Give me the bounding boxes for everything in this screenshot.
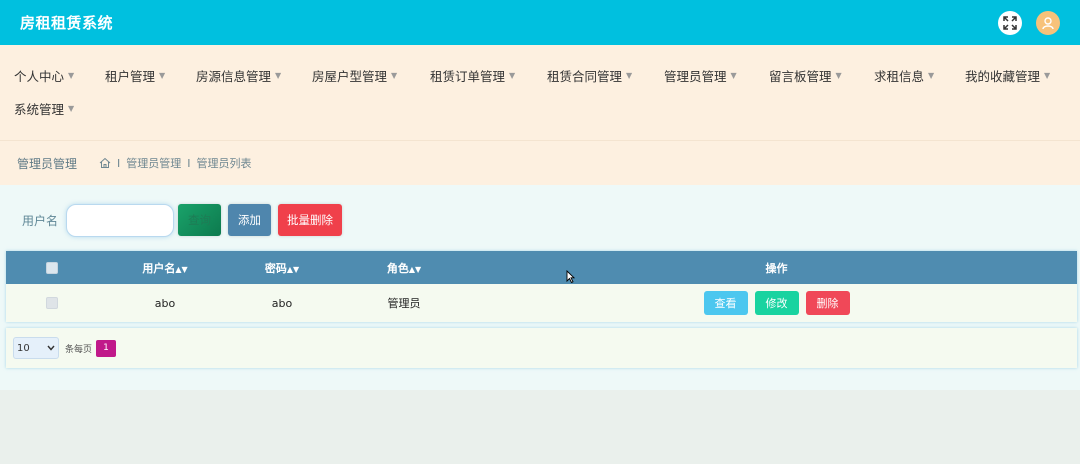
nav-item-label: 管理员管理 <box>664 69 727 84</box>
table-header: 用户名▲▼ 密码▲▼ 角色▲▼ 操作 <box>6 251 1077 284</box>
home-icon[interactable] <box>99 157 111 169</box>
caret-down-icon: ▼ <box>730 71 737 80</box>
batch-delete-button[interactable]: 批量删除 <box>278 204 343 236</box>
nav-row-1: 个人中心 ▼ 租户管理 ▼ 房源信息管理 ▼ 房屋户型管理 ▼ 租赁订单管理 ▼ 租赁合同… <box>14 59 1080 92</box>
page-size-value: 10 <box>17 342 30 354</box>
column-label: 角色 <box>386 261 409 275</box>
header-actions <box>998 10 1060 35</box>
row-checkbox[interactable] <box>46 297 58 309</box>
ops-cell: 查看 修改 删除 <box>476 291 1077 315</box>
nav-item-contracts[interactable]: 租赁合同管理 ▼ <box>547 66 664 85</box>
sort-icon: ▲▼ <box>286 264 300 274</box>
nav-row-2: 系统管理 ▼ <box>14 92 1080 125</box>
breadcrumb-separator: I <box>187 156 191 170</box>
view-button[interactable]: 查看 <box>703 291 748 315</box>
nav-item-label: 租赁合同管理 <box>547 69 623 84</box>
column-label: 用户名 <box>142 261 176 275</box>
password-column-header[interactable]: 密码▲▼ <box>232 260 332 276</box>
row-select-cell <box>6 297 98 309</box>
nav-item-house-types[interactable]: 房屋户型管理 ▼ <box>312 66 430 85</box>
caret-down-icon: ▼ <box>626 71 633 80</box>
role-cell: 管理员 <box>387 297 421 310</box>
fullscreen-icon <box>1003 15 1017 30</box>
search-bar: 用户名 查询 添加 批量删除 <box>0 199 1080 241</box>
breadcrumb-item[interactable]: 管理员管理 <box>126 155 181 171</box>
page-number-button[interactable]: 1 <box>96 339 117 357</box>
breadcrumb-separator: I <box>117 156 121 170</box>
nav-item-label: 我的收藏管理 <box>965 69 1041 84</box>
app-title: 房租租赁系统 <box>20 14 114 32</box>
per-page-text: 条每页 <box>65 344 93 355</box>
nav-item-label: 房源信息管理 <box>196 69 272 84</box>
nav-item-admins[interactable]: 管理员管理 ▼ <box>664 66 769 85</box>
user-icon <box>1042 16 1054 29</box>
caret-down-icon: ▼ <box>68 71 75 80</box>
nav-item-message-board[interactable]: 留言板管理 ▼ <box>769 66 874 85</box>
caret-down-icon: ▼ <box>391 71 398 80</box>
pagination: 10 条每页 1 <box>6 328 1077 368</box>
nav-item-label: 留言板管理 <box>769 69 832 84</box>
breadcrumb-bar: 管理员管理 I 管理员管理 I 管理员列表 <box>0 140 1080 185</box>
nav-item-system[interactable]: 系统管理 ▼ <box>14 99 74 118</box>
edit-button[interactable]: 修改 <box>754 291 799 315</box>
username-search-input[interactable] <box>66 203 175 237</box>
mouse-cursor-icon <box>566 270 575 283</box>
role-column-header[interactable]: 角色▲▼ <box>332 260 476 276</box>
nav-item-label: 租户管理 <box>105 69 156 84</box>
username-cell: abo <box>154 296 176 310</box>
sort-icon: ▲▼ <box>408 264 422 274</box>
fullscreen-button[interactable] <box>998 10 1022 35</box>
nav-item-label: 租赁订单管理 <box>430 69 506 84</box>
caret-down-icon: ▼ <box>275 71 282 80</box>
caret-down-icon: ▼ <box>928 71 935 80</box>
nav-item-listings[interactable]: 房源信息管理 ▼ <box>196 66 312 85</box>
nav-item-label: 系统管理 <box>14 102 65 117</box>
sort-icon: ▲▼ <box>175 264 188 274</box>
select-all-cell <box>6 261 98 274</box>
page-size-select[interactable]: 10 <box>13 337 59 359</box>
password-cell: abo <box>271 296 293 310</box>
username-column-header[interactable]: 用户名▲▼ <box>98 260 232 276</box>
caret-down-icon: ▼ <box>159 71 166 80</box>
nav-item-label: 个人中心 <box>14 69 65 84</box>
select-all-checkbox[interactable] <box>46 261 58 274</box>
caret-down-icon: ▼ <box>835 71 842 80</box>
caret-down-icon: ▼ <box>68 104 75 113</box>
avatar-button[interactable] <box>1036 10 1060 35</box>
chevron-down-icon <box>47 345 55 351</box>
column-label: 操作 <box>765 261 788 275</box>
caret-down-icon: ▼ <box>509 71 516 80</box>
delete-button[interactable]: 删除 <box>805 291 850 315</box>
nav-item-rent-orders[interactable]: 租赁订单管理 ▼ <box>430 66 547 85</box>
nav-item-tenants[interactable]: 租户管理 ▼ <box>105 66 196 85</box>
nav-item-label: 房屋户型管理 <box>312 69 388 84</box>
nav-item-label: 求租信息 <box>874 69 925 84</box>
main-nav: 个人中心 ▼ 租户管理 ▼ 房源信息管理 ▼ 房屋户型管理 ▼ 租赁订单管理 ▼ 租赁合同… <box>0 45 1080 140</box>
nav-item-personal[interactable]: 个人中心 ▼ <box>14 66 105 85</box>
breadcrumb: I 管理员管理 I 管理员列表 <box>99 155 252 171</box>
top-header: 房租租赁系统 <box>0 0 1080 45</box>
add-button[interactable]: 添加 <box>228 204 272 236</box>
column-label: 密码 <box>264 261 287 275</box>
nav-item-favorites[interactable]: 我的收藏管理 ▼ <box>965 66 1065 85</box>
page-title: 管理员管理 <box>17 156 78 171</box>
username-label: 用户名 <box>22 213 59 228</box>
main-content: 用户名 查询 添加 批量删除 用户名▲▼ 密码▲▼ 角色▲▼ 操作 abo ab… <box>0 185 1080 390</box>
search-button[interactable]: 查询 <box>178 204 222 236</box>
admin-table: 用户名▲▼ 密码▲▼ 角色▲▼ 操作 abo abo 管理员 查看 修改 删除 <box>6 251 1077 322</box>
table-row: abo abo 管理员 查看 修改 删除 <box>6 284 1077 322</box>
nav-item-rent-requests[interactable]: 求租信息 ▼ <box>874 66 965 85</box>
caret-down-icon: ▼ <box>1044 71 1051 80</box>
breadcrumb-item: 管理员列表 <box>196 157 252 170</box>
